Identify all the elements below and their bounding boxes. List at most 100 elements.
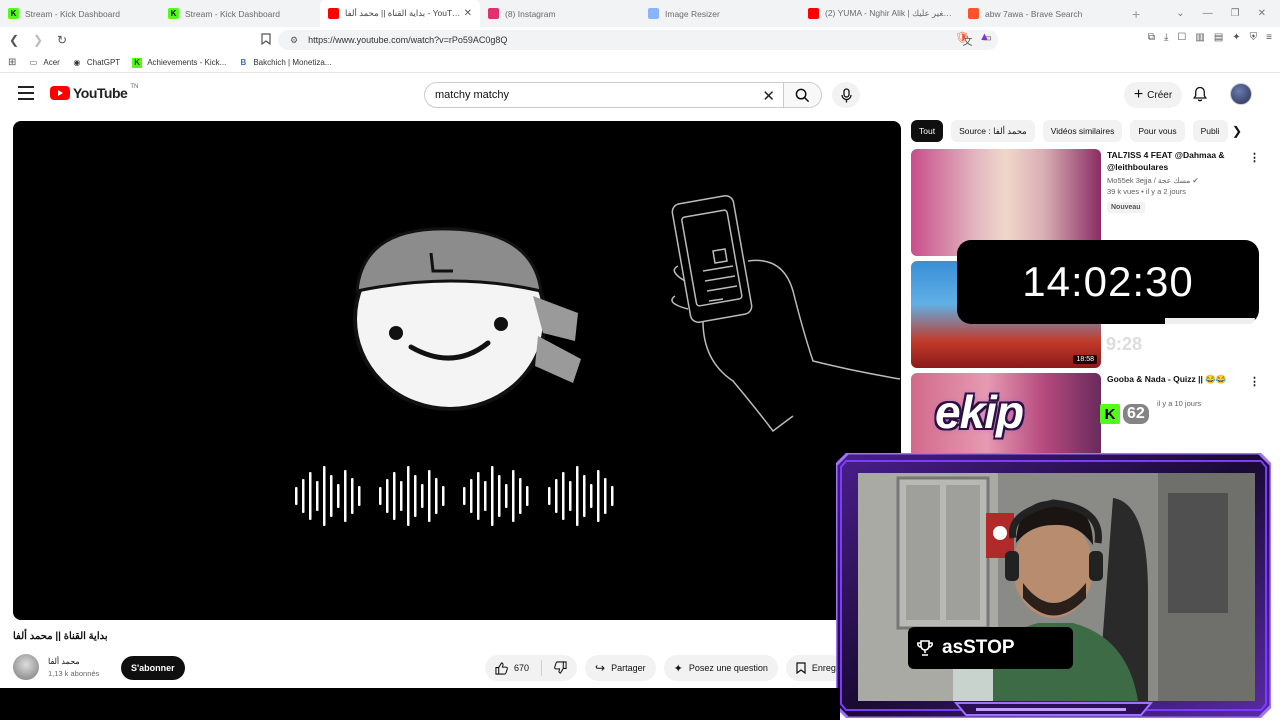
folder-icon: ▭: [29, 58, 38, 67]
subscribe-button[interactable]: S'abonner: [121, 656, 185, 680]
bookmark-item[interactable]: ▭ Acer: [28, 58, 60, 68]
thumbs-down-icon: [554, 660, 567, 674]
waveform-bar: [379, 487, 382, 505]
filter-chip[interactable]: Publi: [1192, 120, 1228, 142]
more-options-icon[interactable]: ⋮: [1249, 151, 1260, 164]
more-options-icon[interactable]: ⋮: [1249, 375, 1260, 388]
extensions-icon[interactable]: ⧉: [1148, 32, 1155, 43]
filter-chip[interactable]: Source : محمد ألفا: [951, 120, 1035, 142]
browser-right-icons: ⧉ ⤓ ☐ ▥ ▤ ✦ ⛨ ≡: [1148, 32, 1272, 43]
brave-shield-icon[interactable]: 🛡: [955, 31, 969, 44]
waveform-bar: [435, 478, 438, 514]
filter-chip[interactable]: Vidéos similaires: [1042, 120, 1123, 142]
close-tab-icon[interactable]: ✕: [464, 8, 472, 19]
waveform-bar: [477, 472, 480, 520]
apps-grid-icon[interactable]: ⊞: [8, 57, 16, 68]
recommendation-meta: il y a 10 jours: [1157, 399, 1202, 408]
search-icon: [795, 88, 810, 102]
channel-name[interactable]: محمد ألفا: [48, 657, 99, 666]
waveform-bar: [491, 466, 494, 526]
recommendation-title[interactable]: Gooba & Nada - Quizz || 😂😂: [1107, 373, 1247, 385]
waveform-bar: [597, 470, 600, 522]
hamburger-menu-icon[interactable]: [18, 86, 34, 100]
video-player[interactable]: [13, 121, 901, 620]
browser-tab[interactable]: K Stream - Kick Dashboard: [160, 0, 320, 27]
brave-extensions: 🛡 ▲: [955, 31, 990, 44]
chevron-down-icon[interactable]: ⌄: [1176, 8, 1184, 19]
bookmark-item[interactable]: ◉ ChatGPT: [72, 58, 120, 68]
reload-icon[interactable]: ↻: [52, 33, 72, 47]
sidebar-icon[interactable]: ▥: [1195, 32, 1204, 43]
browser-tab[interactable]: abw 7awa - Brave Search: [960, 0, 1120, 27]
browser-tab[interactable]: (2) YUMA - Nghir Alik | نغير عليك (C: [800, 0, 960, 27]
follower-name: asSTOP: [942, 637, 1015, 658]
filter-chip[interactable]: Pour vous: [1130, 120, 1185, 142]
filter-chip[interactable]: Tout: [911, 120, 944, 142]
subscriber-count: 1,13 k abonnés: [48, 668, 100, 678]
browser-tab[interactable]: Image Resizer: [640, 0, 800, 27]
new-badge: Nouveau: [1107, 202, 1145, 213]
waveform-bar: [611, 486, 614, 506]
recommendation-channel[interactable]: Mo55ek 3ejja / مسك عجة ✔: [1107, 176, 1247, 185]
waveform-bar: [463, 487, 466, 505]
kick-viewer-badge: K 62: [1100, 404, 1149, 424]
bookmark-item[interactable]: K Achievements - Kick...: [132, 57, 226, 68]
share-button[interactable]: ↪ Partager: [585, 655, 656, 681]
wallet-icon[interactable]: ▤: [1214, 32, 1223, 43]
bookmark-item[interactable]: B Bakchich | Monetiza...: [238, 58, 331, 68]
voice-search-button[interactable]: [832, 82, 860, 108]
clock-progress-bar: [1165, 318, 1255, 324]
brave-rewards-icon[interactable]: ▲: [979, 31, 990, 44]
recommendation-title[interactable]: TAL7ISS 4 FEAT @Dahmaa & @leithboulares: [1107, 149, 1247, 173]
bookmark-label: Bakchich | Monetiza...: [253, 58, 332, 67]
forward-icon[interactable]: ❯: [28, 33, 48, 47]
clear-search-icon[interactable]: ✕: [762, 87, 775, 105]
search-value: matchy matchy: [435, 89, 509, 101]
search-button[interactable]: [784, 82, 822, 108]
search-input[interactable]: matchy matchy ✕: [424, 82, 784, 108]
browser-tab[interactable]: K Stream - Kick Dashboard: [0, 0, 160, 27]
audio-waveform: [295, 466, 614, 526]
bookmark-page-icon[interactable]: [256, 32, 276, 48]
plus-icon: +: [1133, 86, 1144, 103]
restore-icon[interactable]: ❐: [1231, 8, 1240, 19]
create-button[interactable]: + Créer: [1124, 82, 1182, 108]
youtube-logo[interactable]: YouTube TN: [50, 84, 139, 101]
youtube-play-icon: [50, 86, 70, 100]
ask-question-button[interactable]: ✦ Posez une question: [663, 655, 778, 681]
download-icon[interactable]: ⤓: [1164, 32, 1168, 43]
bookmarks-icon[interactable]: ☐: [1177, 32, 1186, 43]
browser-tab[interactable]: (8) Instagram: [480, 0, 640, 27]
chevron-right-icon[interactable]: ❯: [1232, 124, 1242, 138]
channel-info: محمد ألفا 1,13 k abonnés: [48, 657, 99, 678]
waveform-bar: [583, 475, 586, 517]
waveform-bar: [548, 487, 551, 505]
notifications-bell-icon[interactable]: [1193, 86, 1207, 107]
account-avatar[interactable]: [1230, 83, 1252, 105]
waveform-bar: [505, 484, 508, 508]
phone-hand-illustration: [671, 195, 901, 433]
tab-title: بداية القناة || محمد ألفا - YouTube: [345, 8, 464, 18]
like-button[interactable]: 670: [495, 661, 529, 675]
microphone-icon: [840, 87, 852, 102]
dislike-button[interactable]: [554, 660, 567, 676]
menu-icon[interactable]: ≡: [1266, 32, 1272, 43]
vpn-icon[interactable]: ⛨: [1250, 32, 1258, 43]
youtube-wordmark: YouTube: [73, 85, 128, 101]
country-code: TN: [130, 84, 139, 90]
browser-tab[interactable]: بداية القناة || محمد ألفا - YouTube ✕: [320, 0, 480, 27]
share-label: Partager: [611, 663, 646, 673]
channel-avatar[interactable]: [13, 654, 39, 680]
waveform-bar: [323, 466, 326, 526]
waveform-bar: [337, 484, 340, 508]
site-info-icon[interactable]: ⚙: [290, 35, 298, 46]
recommendation-channel-name: Mo55ek 3ejja / مسك عجة: [1107, 176, 1191, 185]
close-window-icon[interactable]: ✕: [1258, 8, 1266, 19]
minimize-icon[interactable]: —: [1203, 8, 1213, 19]
video-actions: 670 ↪ Partager ✦ Posez une question Enre…: [485, 655, 846, 681]
ghost-time-text: 9:28: [1106, 334, 1143, 354]
new-tab-icon[interactable]: +: [1132, 6, 1140, 22]
url-bar[interactable]: ⚙ https://www.youtube.com/watch?v=rPo59A…: [278, 30, 998, 50]
leo-icon[interactable]: ✦: [1232, 32, 1240, 43]
back-icon[interactable]: ❮: [4, 33, 24, 47]
